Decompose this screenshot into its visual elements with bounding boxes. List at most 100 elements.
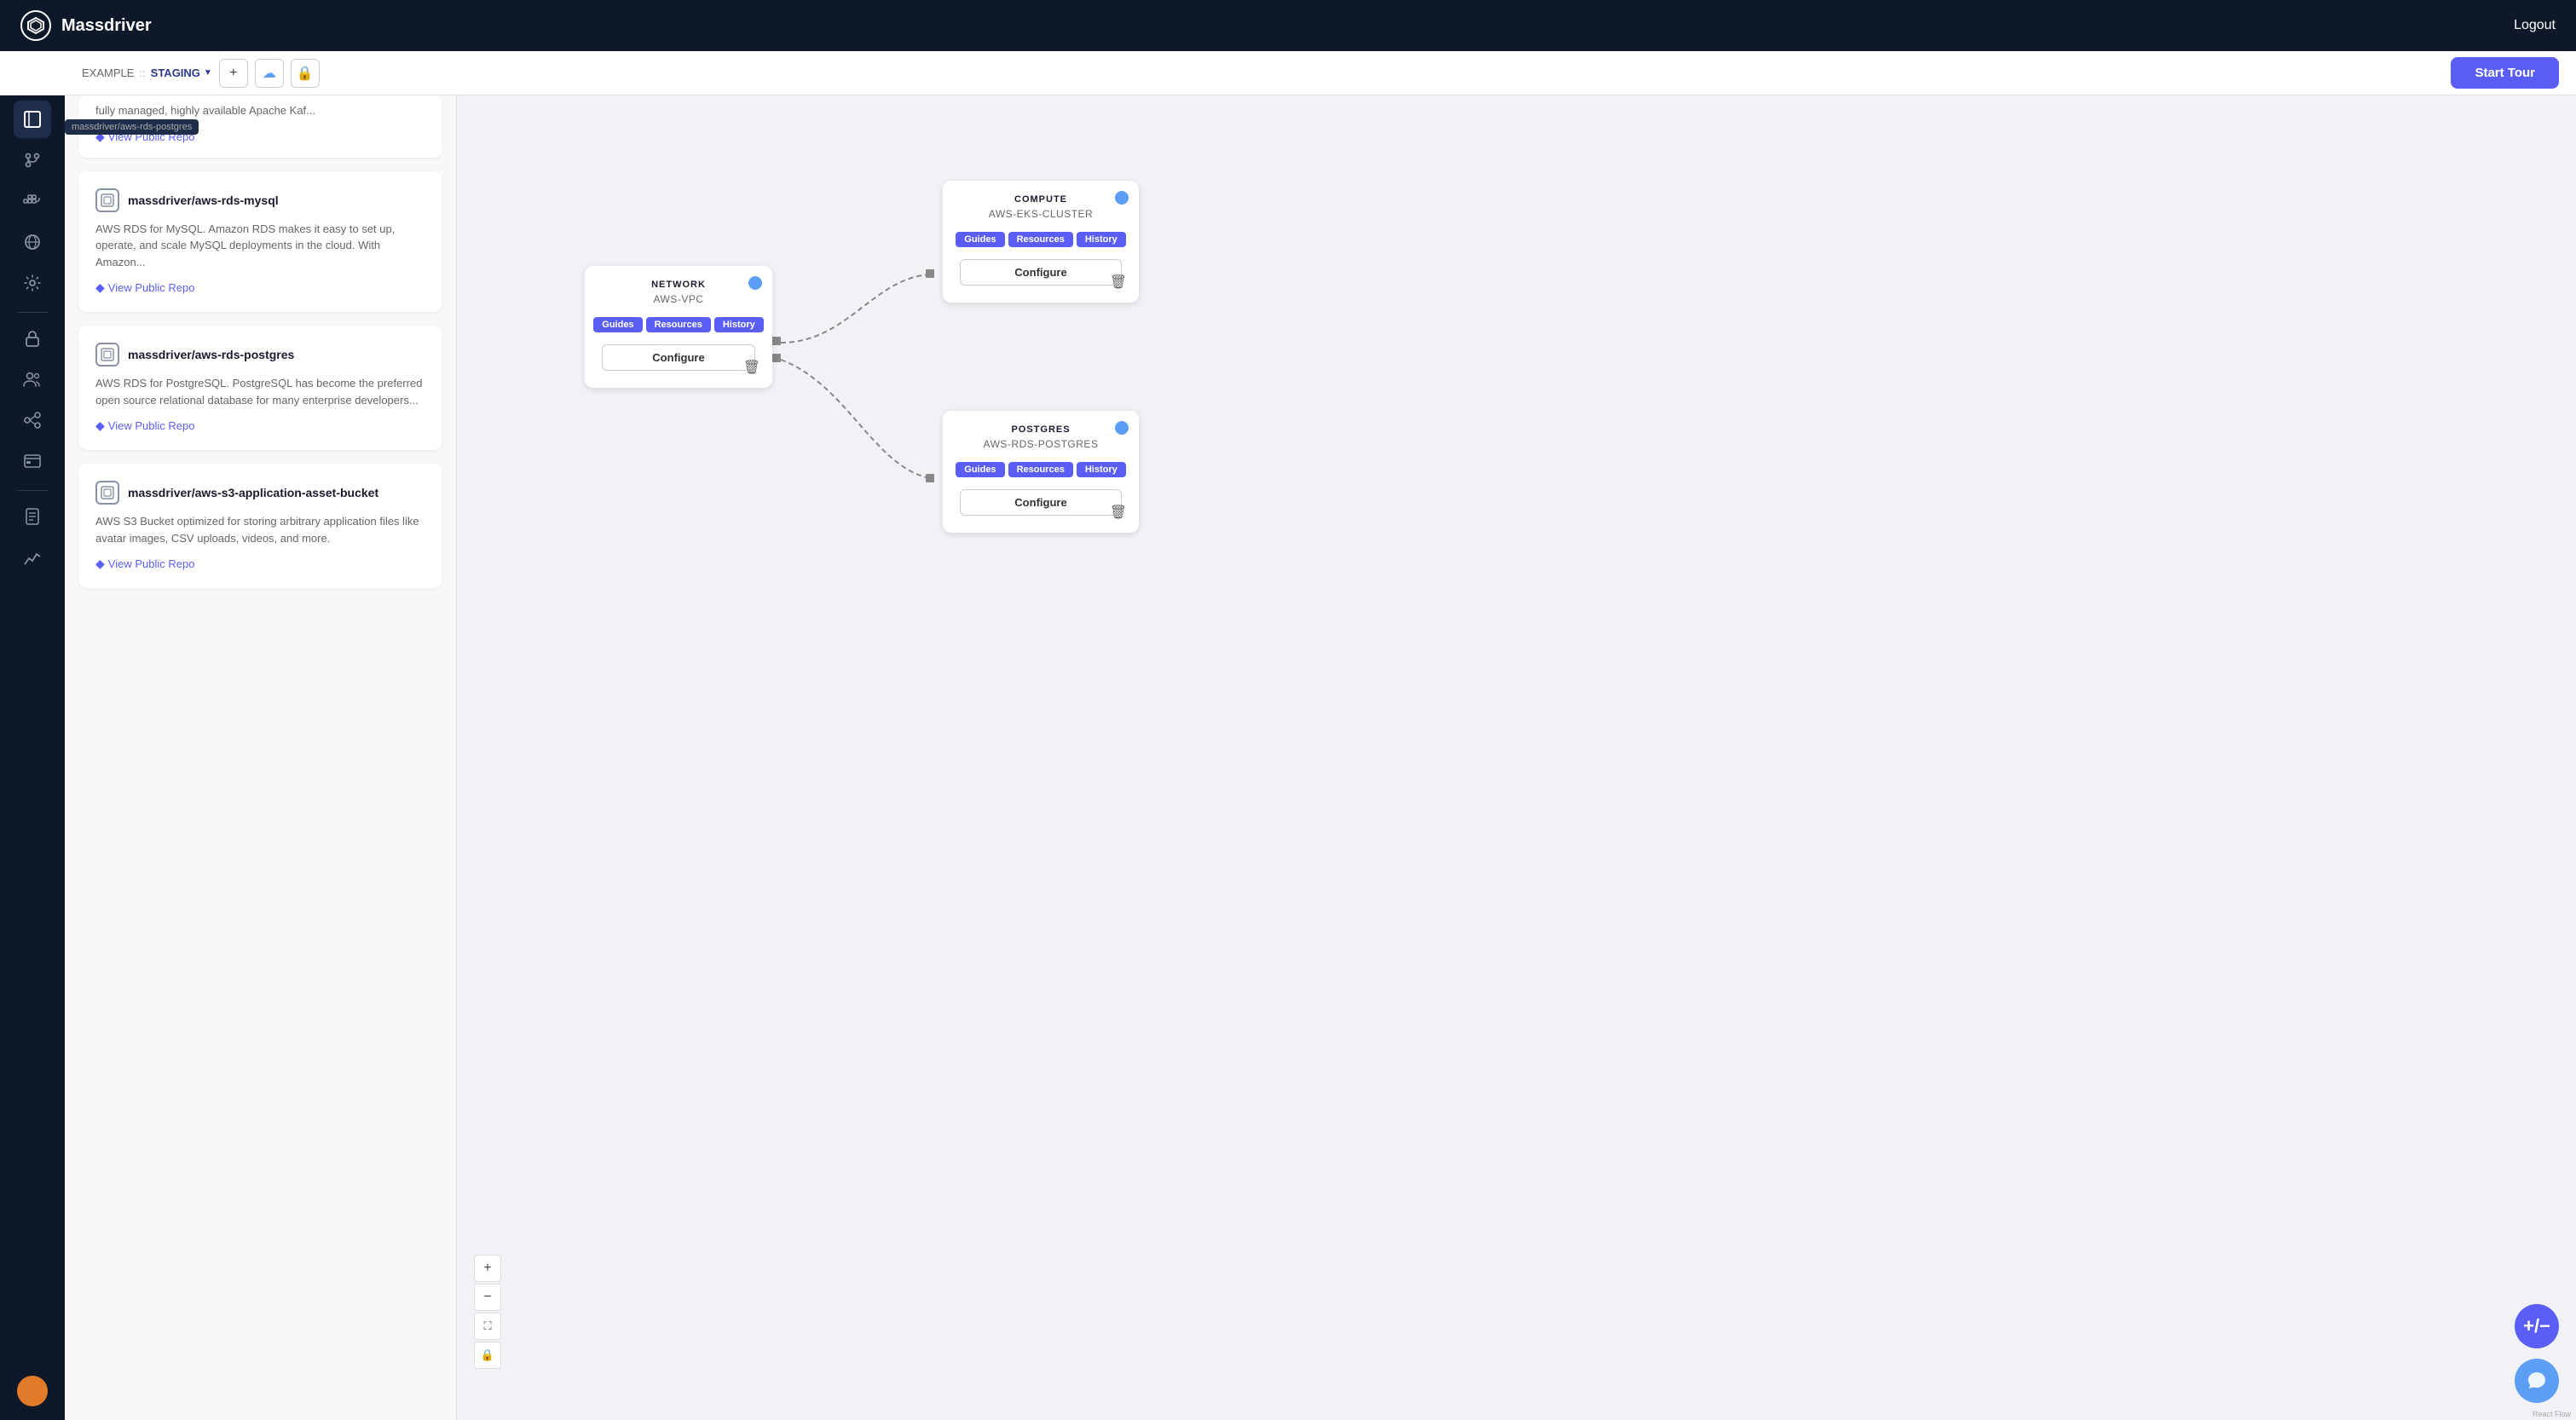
flow-edges-svg: [457, 95, 2576, 1420]
node-tab-guides-postgres[interactable]: Guides: [956, 462, 1004, 477]
navbar-logo-icon: [20, 10, 51, 41]
navbar-left: Massdriver: [20, 10, 152, 41]
sidebar: M ▼: [0, 51, 65, 1420]
flow-node-network: NETWORK AWS-VPC Guides Resources History…: [585, 266, 772, 388]
add-button[interactable]: +: [219, 59, 248, 88]
node-tabs-compute: Guides Resources History: [960, 232, 1122, 247]
zoom-in-button[interactable]: +: [474, 1255, 501, 1282]
left-panel: fully managed, highly available Apache K…: [65, 95, 457, 1420]
lock-view-button[interactable]: 🔒: [474, 1342, 501, 1369]
canvas-controls: + − ⛶ 🔒: [474, 1255, 501, 1369]
package-desc-mysql: AWS RDS for MySQL. Amazon RDS makes it e…: [95, 221, 425, 271]
package-name-s3: massdriver/aws-s3-application-asset-buck…: [128, 486, 378, 499]
navbar-title: Massdriver: [61, 16, 152, 36]
node-indicator-postgres: [1115, 421, 1129, 435]
main-layout: fully managed, highly available Apache K…: [65, 95, 2576, 1420]
sidebar-item-analytics[interactable]: [14, 539, 51, 576]
node-name-postgres: AWS-RDS-POSTGRES: [960, 438, 1122, 450]
chevron-down-icon: ▼: [204, 68, 212, 78]
sidebar-divider-2: [17, 490, 48, 491]
node-delete-btn-network[interactable]: 🗑: [743, 359, 760, 376]
node-indicator-network: [748, 276, 762, 290]
start-tour-button[interactable]: Start Tour: [2451, 57, 2559, 89]
sidebar-item-diagram[interactable]: [14, 101, 51, 138]
sidebar-item-docs[interactable]: [14, 498, 51, 535]
subheader-icons: + ☁ 🔒: [219, 59, 320, 88]
fab-plus-minus-button[interactable]: +/−: [2515, 1304, 2559, 1348]
package-name-mysql: massdriver/aws-rds-mysql: [128, 193, 279, 207]
node-tab-resources-compute[interactable]: Resources: [1008, 232, 1073, 247]
package-desc-partial: fully managed, highly available Apache K…: [95, 102, 425, 119]
sidebar-bottom: [17, 1376, 48, 1406]
node-type-postgres: POSTGRES: [960, 424, 1122, 435]
node-delete-btn-compute[interactable]: 🗑: [1110, 274, 1127, 291]
view-repo-link-mysql[interactable]: ◆ View Public Repo: [95, 280, 425, 295]
node-tab-resources-network[interactable]: Resources: [646, 317, 711, 332]
node-tab-history-network[interactable]: History: [714, 317, 764, 332]
package-icon-mysql: [95, 188, 119, 212]
sidebar-user-avatar[interactable]: [17, 1376, 48, 1406]
node-tab-guides-network[interactable]: Guides: [593, 317, 642, 332]
package-card-postgres: massdriver/aws-rds-postgres AWS RDS for …: [78, 326, 442, 450]
node-name-network: AWS-VPC: [602, 293, 755, 305]
package-desc-s3: AWS S3 Bucket optimized for storing arbi…: [95, 513, 425, 546]
sidebar-item-integrations[interactable]: [14, 401, 51, 439]
node-indicator-compute: [1115, 191, 1129, 205]
lock-button[interactable]: 🔒: [291, 59, 320, 88]
cloud-button[interactable]: ☁: [255, 59, 284, 88]
fab-container: +/−: [2515, 1304, 2559, 1403]
node-configure-btn-compute[interactable]: Configure: [960, 259, 1122, 286]
fab-chat-button[interactable]: [2515, 1359, 2559, 1403]
view-repo-link-postgres[interactable]: ◆ View Public Repo: [95, 418, 425, 433]
view-repo-link-s3[interactable]: ◆ View Public Repo: [95, 557, 425, 571]
canvas-area: NETWORK AWS-VPC Guides Resources History…: [457, 95, 2576, 1420]
sidebar-item-globe[interactable]: [14, 223, 51, 261]
repo-diamond-icon-s3: ◆: [95, 557, 105, 571]
node-name-compute: AWS-EKS-CLUSTER: [960, 208, 1122, 220]
node-tabs-network: Guides Resources History: [602, 317, 755, 332]
package-card-mysql: massdriver/aws-rds-mysql AWS RDS for MyS…: [78, 171, 442, 313]
node-type-compute: COMPUTE: [960, 194, 1122, 205]
sidebar-item-git[interactable]: [14, 141, 51, 179]
package-card-header-postgres: massdriver/aws-rds-postgres: [95, 343, 425, 367]
sidebar-item-users[interactable]: [14, 361, 51, 398]
node-delete-btn-postgres[interactable]: 🗑: [1110, 504, 1127, 521]
sidebar-item-cards[interactable]: [14, 442, 51, 480]
breadcrumb-separator: ::: [139, 66, 145, 79]
repo-diamond-icon-mysql: ◆: [95, 280, 105, 295]
package-desc-postgres: AWS RDS for PostgreSQL. PostgreSQL has b…: [95, 375, 425, 408]
zoom-out-button[interactable]: −: [474, 1284, 501, 1311]
flow-node-postgres: POSTGRES AWS-RDS-POSTGRES Guides Resourc…: [943, 411, 1139, 533]
package-card-header: massdriver/aws-rds-mysql: [95, 188, 425, 212]
node-tab-resources-postgres[interactable]: Resources: [1008, 462, 1073, 477]
navbar: Massdriver Logout: [0, 0, 2576, 51]
package-icon-postgres: [95, 343, 119, 367]
fit-view-button[interactable]: ⛶: [474, 1313, 501, 1340]
node-tabs-postgres: Guides Resources History: [960, 462, 1122, 477]
package-card-header-s3: massdriver/aws-s3-application-asset-buck…: [95, 481, 425, 505]
node-tab-history-compute[interactable]: History: [1077, 232, 1126, 247]
node-tab-guides-compute[interactable]: Guides: [956, 232, 1004, 247]
logout-button[interactable]: Logout: [2514, 18, 2556, 33]
breadcrumb-prefix: EXAMPLE: [82, 66, 134, 79]
sidebar-item-settings[interactable]: [14, 264, 51, 302]
node-type-network: NETWORK: [602, 280, 755, 290]
node-configure-btn-network[interactable]: Configure: [602, 344, 755, 371]
sidebar-item-lock[interactable]: [14, 320, 51, 357]
flow-node-compute: COMPUTE AWS-EKS-CLUSTER Guides Resources…: [943, 181, 1139, 303]
package-name-postgres: massdriver/aws-rds-postgres: [128, 348, 294, 361]
subheader: EXAMPLE :: STAGING ▼ + ☁ 🔒 Start Tour: [0, 51, 2576, 95]
navbar-right: Logout: [2514, 18, 2556, 33]
sidebar-tooltip: massdriver/aws-rds-postgres: [65, 119, 199, 135]
breadcrumb: EXAMPLE :: STAGING ▼: [82, 66, 212, 79]
sidebar-item-docker[interactable]: [14, 182, 51, 220]
subheader-left: EXAMPLE :: STAGING ▼ + ☁ 🔒: [82, 59, 320, 88]
react-flow-label: React Flow: [2533, 1410, 2571, 1418]
package-icon-s3: [95, 481, 119, 505]
repo-diamond-icon-postgres: ◆: [95, 418, 105, 433]
breadcrumb-active[interactable]: STAGING ▼: [151, 66, 212, 79]
node-configure-btn-postgres[interactable]: Configure: [960, 489, 1122, 516]
node-tab-history-postgres[interactable]: History: [1077, 462, 1126, 477]
sidebar-divider-1: [17, 312, 48, 313]
package-card-s3: massdriver/aws-s3-application-asset-buck…: [78, 464, 442, 588]
